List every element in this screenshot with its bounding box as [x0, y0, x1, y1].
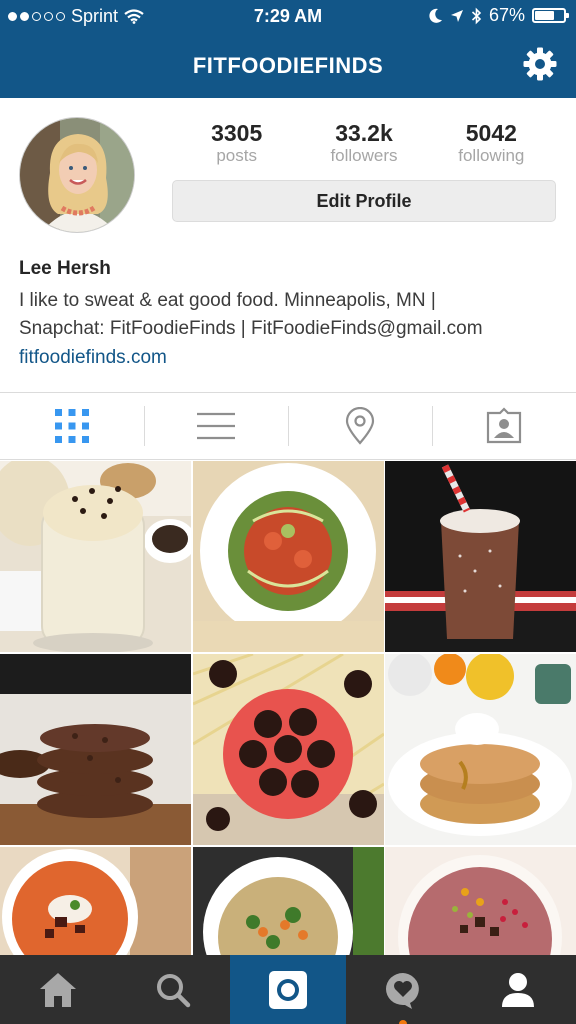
bio-line: I like to sweat & eat good food. Minneap… [19, 290, 436, 311]
list-icon [197, 412, 235, 440]
website-link[interactable]: fitfoodiefinds.com [19, 343, 564, 373]
stat-label: followers [330, 146, 398, 165]
profile-bio: Lee Hersh I like to sweat & eat good foo… [19, 256, 564, 373]
stat-value: 33.2k [335, 120, 393, 146]
grid-post-photo[interactable] [385, 654, 576, 845]
grid-post-photo[interactable] [0, 654, 191, 845]
tab-grid[interactable] [0, 393, 144, 459]
battery-percent: 67% [488, 5, 525, 25]
edit-profile-button[interactable]: Edit Profile [172, 180, 556, 222]
tab-list[interactable] [144, 393, 288, 459]
following-count[interactable]: 5042 following [428, 120, 555, 166]
profile-view-tabs [0, 392, 576, 460]
posts-count[interactable]: 3305 posts [173, 120, 300, 166]
grid-post-photo[interactable] [193, 847, 384, 955]
status-icons: 67% [429, 5, 569, 26]
camera-icon [269, 970, 307, 1009]
avatar-photo [20, 118, 134, 232]
tagged-photos-icon [486, 407, 522, 444]
grid-post-photo[interactable] [0, 847, 191, 955]
home-icon [39, 972, 76, 1007]
search-icon [156, 973, 191, 1007]
tab-camera[interactable] [230, 955, 346, 1024]
grid-post-photo[interactable] [193, 461, 384, 652]
profile-name: Lee Hersh [19, 258, 111, 279]
followers-count[interactable]: 33.2k followers [300, 120, 427, 166]
grid-post-photo[interactable] [0, 461, 191, 652]
battery-icon [532, 8, 569, 23]
stat-label: posts [216, 146, 257, 165]
grid-post-photo[interactable] [385, 461, 576, 652]
bio-line: Snapchat: FitFoodieFinds | FitFoodieFind… [19, 318, 483, 339]
tab-search[interactable] [115, 955, 230, 1024]
gear-icon[interactable] [522, 46, 558, 82]
location-arrow-icon [450, 9, 463, 22]
bluetooth-icon [471, 7, 482, 24]
profile-icon [502, 972, 535, 1007]
status-bar: Sprint 7:29 AM 67% [0, 0, 576, 32]
battery-fill [535, 11, 554, 20]
activity-heart-icon [386, 972, 420, 1009]
grid-post-photo[interactable] [385, 847, 576, 955]
notification-indicator [399, 1020, 408, 1024]
location-pin-icon [345, 407, 375, 445]
stat-value: 5042 [465, 120, 517, 146]
grid-post-photo[interactable] [193, 654, 384, 845]
tab-map[interactable] [288, 393, 432, 459]
stat-label: following [458, 146, 525, 165]
page-title: FITFOODIEFINDS [192, 53, 384, 78]
moon-icon [429, 8, 442, 23]
profile-header: FITFOODIEFINDS [0, 32, 576, 98]
tab-activity[interactable] [346, 955, 461, 1024]
avatar[interactable] [19, 117, 135, 233]
stat-value: 3305 [211, 120, 263, 146]
tab-profile[interactable] [461, 955, 576, 1024]
profile-stats: 3305 posts 33.2k followers 5042 followin… [173, 120, 555, 166]
photo-grid [0, 461, 576, 955]
tab-tagged[interactable] [432, 393, 576, 459]
grid-icon [55, 409, 89, 443]
bottom-tab-bar [0, 955, 576, 1024]
tab-home[interactable] [0, 955, 115, 1024]
